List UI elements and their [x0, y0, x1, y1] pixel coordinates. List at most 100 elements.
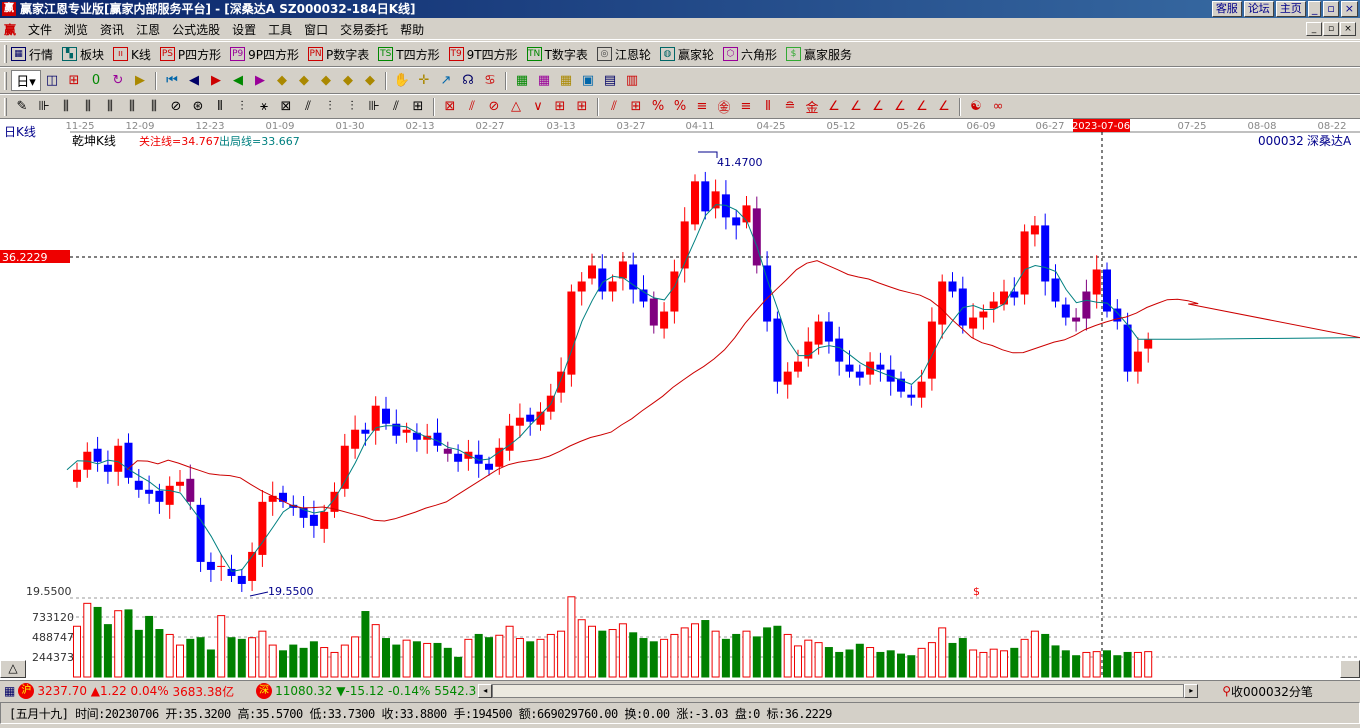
toolbar-button[interactable]: TN T数字表 — [526, 46, 588, 63]
service-link[interactable]: 客服 — [1211, 1, 1242, 17]
home-link[interactable]: 主页 — [1275, 1, 1306, 17]
menu-item[interactable]: 浏览 — [58, 21, 94, 38]
drawing-tool-icon[interactable]: ⊞ — [625, 99, 647, 114]
drawing-tool-icon[interactable]: ✎ — [11, 99, 33, 114]
candle[interactable] — [855, 364, 864, 386]
tool-icon[interactable]: ▦ — [555, 73, 577, 88]
candle[interactable] — [103, 450, 112, 484]
candle[interactable] — [835, 326, 844, 376]
candle[interactable] — [546, 383, 555, 420]
toolbar-button[interactable]: T9 9T四方形 — [448, 46, 518, 63]
drawing-tool-icon[interactable]: ⊘ — [483, 99, 505, 114]
candle[interactable] — [423, 423, 432, 454]
drawing-tool-icon[interactable]: ∠ — [889, 99, 911, 114]
candle[interactable] — [176, 469, 184, 492]
drawing-tool-icon[interactable]: ⊘ — [165, 99, 187, 114]
candle[interactable] — [824, 312, 833, 354]
scroll-right-button[interactable]: ▸ — [1184, 684, 1199, 698]
candle[interactable] — [1103, 262, 1111, 318]
tool-icon[interactable]: ◆ — [359, 73, 381, 88]
candle[interactable] — [1061, 297, 1070, 326]
drawing-tool-icon[interactable]: ⫶ — [231, 99, 253, 114]
drawing-tool-icon[interactable]: ⚹ — [253, 99, 275, 114]
menu-item[interactable]: 资讯 — [94, 21, 130, 38]
tool-icon[interactable]: ◀ — [227, 73, 249, 88]
drawing-tool-icon[interactable]: ⫽ — [385, 99, 407, 114]
tool-icon[interactable]: ↗ — [435, 73, 457, 88]
period-select[interactable]: 日▾ — [11, 70, 41, 91]
candle[interactable] — [495, 438, 504, 475]
candle[interactable] — [577, 272, 586, 306]
candle[interactable] — [948, 272, 957, 298]
candle[interactable] — [1020, 224, 1029, 305]
candle[interactable] — [299, 496, 308, 528]
candle[interactable] — [340, 433, 349, 497]
drawing-tool-icon[interactable]: ∠ — [845, 99, 867, 114]
candle[interactable] — [567, 284, 576, 387]
toolbar-button[interactable]: ◍ 赢家轮 — [659, 46, 714, 63]
candle[interactable] — [83, 442, 92, 478]
tool-icon[interactable]: ◆ — [293, 73, 315, 88]
candle[interactable] — [1041, 213, 1050, 296]
tool-icon[interactable]: ♋ — [479, 73, 501, 88]
candle[interactable] — [536, 402, 545, 431]
toolbar-button[interactable]: ⬡ 六角形 — [722, 46, 777, 63]
drawing-tool-icon[interactable]: ≡ — [735, 99, 757, 114]
candle[interactable] — [670, 259, 679, 324]
toolbar-button[interactable]: ıı K线 — [113, 46, 151, 63]
scroll-left-button[interactable]: ◂ — [478, 684, 493, 698]
candle[interactable] — [691, 174, 699, 231]
candle[interactable] — [629, 252, 638, 304]
menu-item[interactable]: 公式选股 — [166, 21, 226, 38]
toolbar-button[interactable]: PS P四方形 — [159, 46, 221, 63]
tool-icon[interactable]: ▶ — [249, 73, 271, 88]
candle[interactable] — [382, 396, 390, 430]
candle[interactable] — [237, 568, 246, 592]
close-button[interactable]: × — [1340, 1, 1358, 17]
candle[interactable] — [732, 210, 741, 240]
quote-list-icon[interactable]: ▦ — [4, 684, 15, 698]
menu-item[interactable]: 文件 — [22, 21, 58, 38]
candle[interactable] — [93, 436, 102, 472]
tool-icon[interactable]: ◀ — [183, 73, 205, 88]
candle[interactable] — [268, 481, 277, 516]
menu-item[interactable]: 江恩 — [130, 21, 166, 38]
drawing-tool-icon[interactable]: ∠ — [911, 99, 933, 114]
candle[interactable] — [155, 483, 164, 514]
candle[interactable] — [1133, 337, 1142, 384]
candle[interactable] — [660, 302, 669, 339]
drawing-tool-icon[interactable]: ⫼ — [121, 99, 143, 114]
tool-icon[interactable]: ✋ — [391, 73, 413, 88]
candle[interactable] — [454, 444, 463, 472]
tool-icon[interactable]: ⏮ — [161, 73, 183, 88]
ticker-scrollbar[interactable] — [492, 684, 1185, 698]
drawing-tool-icon[interactable]: ≡ — [691, 99, 713, 114]
candle[interactable] — [907, 385, 916, 406]
candle[interactable] — [1144, 332, 1153, 363]
candle[interactable] — [1123, 312, 1132, 382]
toolbar-button[interactable]: PN P数字表 — [308, 46, 369, 63]
candle[interactable] — [227, 554, 236, 582]
drawing-tool-icon[interactable]: ⫼ — [55, 99, 77, 114]
drawing-tool-icon[interactable]: ∠ — [823, 99, 845, 114]
candle[interactable] — [124, 433, 133, 484]
candle[interactable] — [248, 542, 257, 591]
tool-icon[interactable]: 0 — [85, 73, 107, 88]
tool-icon[interactable]: ⊞ — [63, 73, 85, 88]
tool-icon[interactable]: ▦ — [511, 73, 533, 88]
forum-link[interactable]: 论坛 — [1243, 1, 1274, 17]
toolbar-button[interactable]: ▚ 板块 — [62, 46, 104, 63]
candle[interactable] — [711, 179, 720, 219]
toolbar-button[interactable]: TS T四方形 — [378, 46, 440, 63]
tool-icon[interactable]: ☊ — [457, 73, 479, 88]
candle[interactable] — [618, 252, 627, 291]
drawing-tool-icon[interactable]: ⊠ — [275, 99, 297, 114]
tool-icon[interactable]: ↻ — [107, 73, 129, 88]
tool-icon[interactable]: ◆ — [271, 73, 293, 88]
drawing-tool-icon[interactable]: ∞ — [987, 99, 1009, 114]
candle[interactable] — [196, 497, 205, 572]
candle[interactable] — [1113, 299, 1122, 330]
tool-icon[interactable]: ▣ — [577, 73, 599, 88]
drawing-tool-icon[interactable]: ⊞ — [407, 99, 429, 114]
toolbar-grip[interactable] — [4, 97, 7, 116]
